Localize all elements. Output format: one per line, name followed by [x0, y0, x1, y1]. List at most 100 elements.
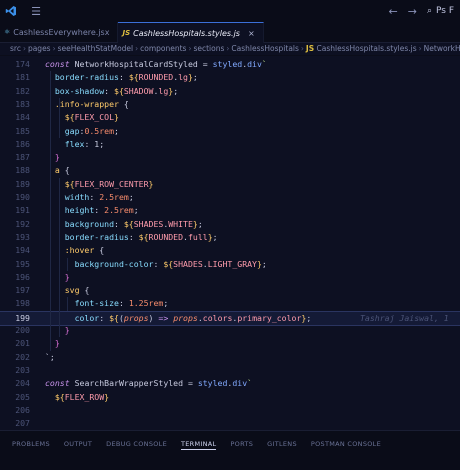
line-number: 196 [15, 271, 30, 282]
code-text: ${FLEX_ROW_CENTER} [64, 178, 154, 189]
line-number: 174 [15, 59, 30, 69]
code-line[interactable]: 204 const SearchBarWrapperStyled = styled… [0, 377, 460, 390]
code-text: font-size: 1.25rem; [74, 298, 169, 309]
indent-guide [59, 97, 60, 138]
breadcrumb-item[interactable]: sections [193, 44, 224, 53]
code-line[interactable]: 206 [0, 404, 460, 417]
tab-cashless-hospitals-styles[interactable]: JS CashlessHospitals.styles.js × [118, 22, 264, 43]
line-number: 198 [15, 298, 30, 309]
code-line[interactable]: 201 } [0, 337, 460, 350]
code-line[interactable]: 203 [0, 364, 460, 377]
code-line[interactable]: 190 width: 2.5rem; [0, 191, 460, 204]
breadcrumb-item[interactable]: seeHealthStatModel [58, 44, 134, 53]
code-line[interactable]: 205 ${FLEX_ROW} [0, 391, 460, 404]
line-number: 189 [15, 178, 30, 189]
line-number: 186 [15, 138, 30, 149]
code-line[interactable]: 207 [0, 417, 460, 430]
code-line[interactable]: 182 box-shadow: ${SHADOW.lg}; [0, 85, 460, 98]
title-bar: ☰ ← → ⌕ Ps F [0, 0, 460, 22]
code-text: border-radius: ${ROUNDED.full}; [64, 231, 218, 242]
code-text: color: ${(props) => props.colors.primary… [74, 312, 312, 323]
breadcrumb-item[interactable]: components [140, 44, 186, 53]
code-line[interactable]: 195 background-color: ${SHADES.LIGHT_GRA… [0, 258, 460, 271]
line-number: 182 [15, 85, 30, 96]
indent-guide [67, 257, 68, 271]
code-line[interactable]: 192 background: ${SHADES.WHITE}; [0, 218, 460, 231]
breadcrumb-item[interactable]: CashlessHospitals [231, 44, 299, 53]
line-number: 193 [15, 231, 30, 242]
code-line[interactable]: 183 .info-wrapper { [0, 98, 460, 111]
code-line[interactable]: 188 a { [0, 164, 460, 177]
breadcrumb: src › pages › seeHealthStatModel › components ›… [0, 43, 460, 55]
code-text: } [54, 338, 60, 349]
code-text: const NetworkHospitalCardStyled = styled… [45, 59, 267, 69]
line-number: 205 [15, 391, 30, 402]
search-icon: ⌕ [426, 6, 432, 16]
breadcrumb-item[interactable]: pages [28, 44, 51, 53]
code-line[interactable]: 197 svg { [0, 284, 460, 297]
command-center[interactable]: ⌕ Ps F [427, 6, 454, 16]
line-number: 202 [15, 351, 30, 362]
code-text: border-radius: ${ROUNDED.lg}; [54, 72, 198, 83]
indent-guide [59, 177, 60, 338]
code-text: .info-wrapper { [54, 98, 129, 109]
code-text: } [64, 325, 70, 335]
indent-guide [50, 71, 51, 351]
code-line[interactable]: 181 border-radius: ${ROUNDED.lg}; [0, 71, 460, 84]
close-icon[interactable]: × [248, 29, 255, 38]
line-number: 203 [15, 364, 30, 375]
code-line[interactable]: 194 :hover { [0, 244, 460, 257]
line-number: 207 [15, 418, 30, 429]
line-number: 192 [15, 218, 30, 229]
menu-icon[interactable]: ☰ [22, 0, 50, 22]
line-number: 194 [15, 245, 30, 256]
panel-tab-terminal[interactable]: TERMINAL [181, 440, 217, 450]
tab-cashless-everywhere[interactable]: ⚛ CashlessEverywhere.jsx [0, 22, 119, 42]
indent-guide [67, 297, 68, 311]
code-line[interactable]: 193 border-radius: ${ROUNDED.full}; [0, 231, 460, 244]
breadcrumb-file[interactable]: CashlessHospitals.styles.js [317, 44, 417, 53]
panel-tab-problems[interactable]: PROBLEMS [12, 440, 50, 448]
navigation-controls: ← → [389, 5, 417, 18]
bottom-panel-tabs: PROBLEMS OUTPUT DEBUG CONSOLE TERMINAL PORTS… [0, 430, 460, 470]
line-number: 200 [15, 325, 30, 335]
code-text: background-color: ${SHADES.LIGHT_GRAY}; [74, 258, 267, 269]
line-number: 181 [15, 72, 30, 83]
line-number: 199 [15, 312, 30, 323]
code-line[interactable]: 198 font-size: 1.25rem; [0, 297, 460, 310]
forward-arrow-icon[interactable]: → [408, 5, 417, 18]
line-number: 188 [15, 165, 30, 176]
panel-tab-gitlens[interactable]: GITLENS [267, 440, 297, 448]
line-number: 206 [15, 404, 30, 415]
code-text: :hover { [64, 245, 105, 256]
line-number: 183 [15, 98, 30, 109]
code-line[interactable]: 184 ${FLEX_COL} [0, 111, 460, 124]
code-line[interactable]: 191 height: 2.5rem; [0, 204, 460, 217]
tab-label: CashlessEverywhere.jsx [13, 27, 110, 37]
line-number: 204 [15, 378, 30, 389]
code-text: } [54, 152, 60, 163]
breadcrumb-item[interactable]: src [10, 44, 21, 53]
code-line[interactable]: 186 flex: 1; [0, 138, 460, 151]
code-text: ${FLEX_ROW} [54, 391, 110, 402]
code-line[interactable]: 189 ${FLEX_ROW_CENTER} [0, 178, 460, 191]
panel-tab-ports[interactable]: PORTS [230, 440, 253, 448]
code-line[interactable]: 202 `; [0, 351, 460, 364]
back-arrow-icon[interactable]: ← [389, 5, 398, 18]
code-editor[interactable]: 174 const NetworkHospitalCardStyled = sty… [0, 56, 460, 430]
code-line[interactable]: 187 } [0, 151, 460, 164]
code-text: background: ${SHADES.WHITE}; [64, 218, 203, 229]
panel-tab-postman-console[interactable]: POSTMAN CONSOLE [311, 440, 381, 448]
line-number: 195 [15, 258, 30, 269]
code-line[interactable]: 174 const NetworkHospitalCardStyled = sty… [0, 58, 460, 71]
breadcrumb-symbol[interactable]: NetworkHosp [424, 44, 460, 53]
panel-tab-output[interactable]: OUTPUT [64, 440, 92, 448]
line-number: 190 [15, 192, 30, 202]
code-line[interactable]: 200 } [0, 324, 460, 337]
code-line[interactable]: 185 gap:0.5rem; [0, 125, 460, 138]
js-file-icon: JS [305, 44, 315, 53]
code-line[interactable]: 196 } [0, 271, 460, 284]
panel-tab-debug-console[interactable]: DEBUG CONSOLE [106, 440, 167, 448]
tab-label: CashlessHospitals.styles.js [133, 28, 240, 38]
code-text: a { [54, 165, 70, 176]
